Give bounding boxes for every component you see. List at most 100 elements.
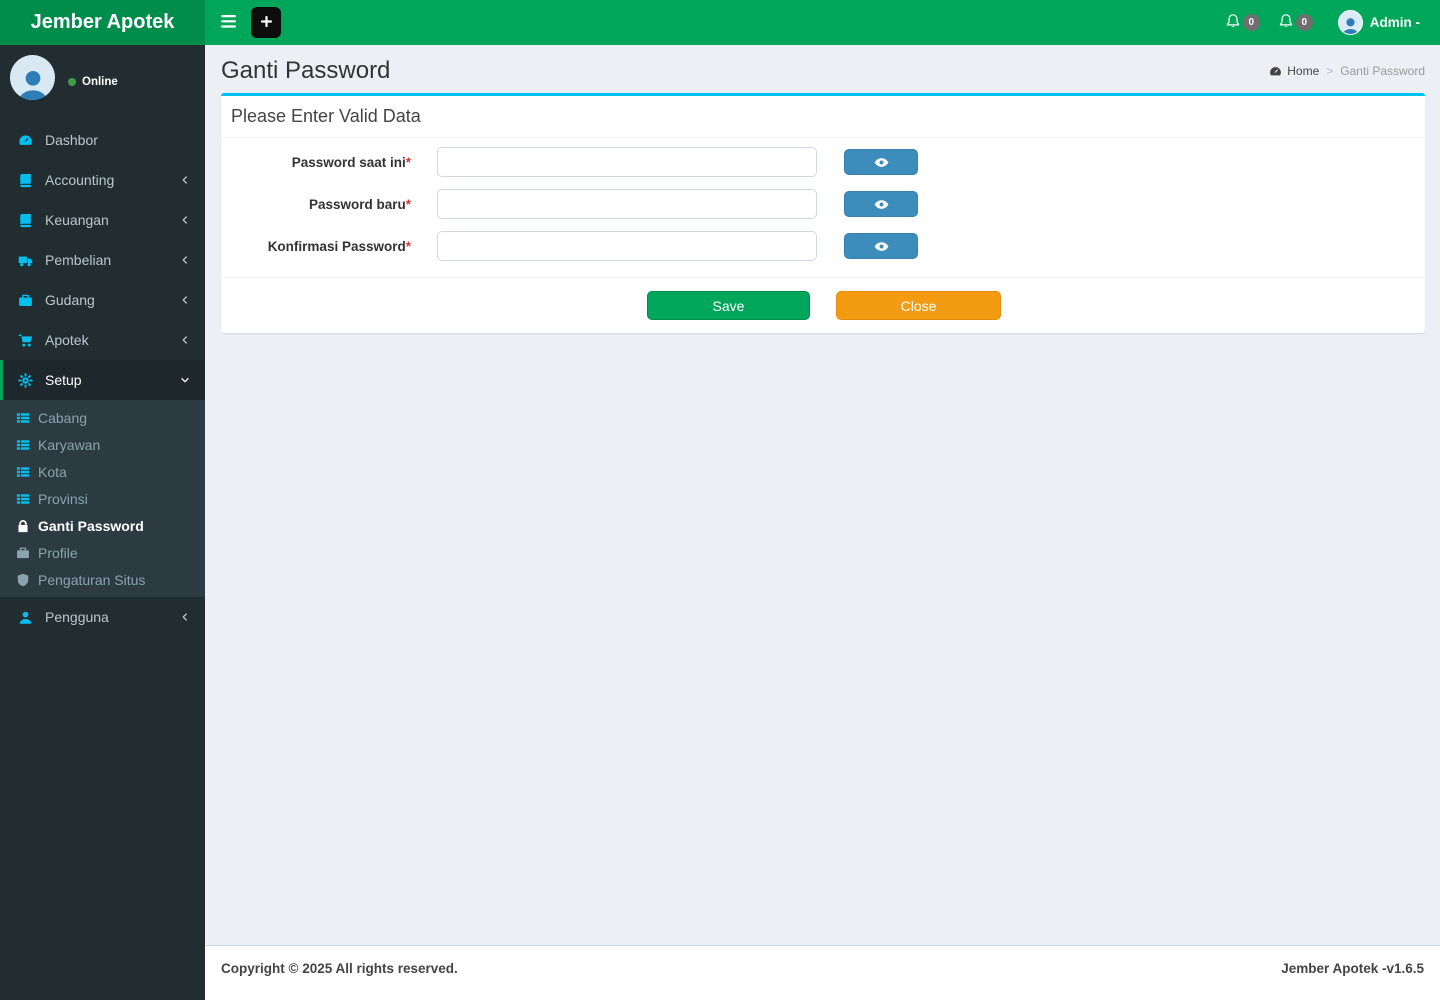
sidebar-item-pengguna[interactable]: Pengguna xyxy=(0,597,205,637)
chevron-left-icon xyxy=(180,215,190,225)
notifications-bell-2[interactable]: 0 xyxy=(1269,0,1322,45)
breadcrumb-current: Ganti Password xyxy=(1340,64,1425,78)
label-text: Password baru xyxy=(308,196,406,212)
sidebar-item-label: Pengguna xyxy=(45,609,109,625)
sidebar-item-accounting[interactable]: Accounting xyxy=(0,160,205,200)
chevron-left-icon xyxy=(180,175,190,185)
brand-logo[interactable]: Jember Apotek xyxy=(0,0,205,45)
confirm-password-input[interactable] xyxy=(437,231,817,261)
save-button[interactable]: Save xyxy=(647,291,810,320)
chevron-left-icon xyxy=(180,335,190,345)
sidebar-user-panel: Online xyxy=(0,45,205,110)
breadcrumb: Home > Ganti Password xyxy=(1269,64,1425,78)
shield-icon xyxy=(16,573,38,587)
main-header: Jember Apotek 0 0 Admin - xyxy=(0,0,1440,45)
submenu-item-label: Karyawan xyxy=(38,436,101,453)
sidebar-item-apotek[interactable]: Apotek xyxy=(0,320,205,360)
close-button[interactable]: Close xyxy=(836,291,1001,320)
current-password-input[interactable] xyxy=(437,147,817,177)
submenu-item-pengaturan-situs[interactable]: Pengaturan Situs xyxy=(0,566,205,593)
list-icon xyxy=(16,492,38,506)
sidebar-item-label: Pembelian xyxy=(45,252,112,268)
confirm-password-label: Konfirmasi Password* xyxy=(231,239,411,254)
footer-version: Jember Apotek -v1.6.5 xyxy=(1281,961,1424,976)
list-icon xyxy=(16,438,38,452)
sidebar-item-label: Accounting xyxy=(45,172,115,188)
book-icon xyxy=(18,173,39,188)
sidebar-item-label: Setup xyxy=(45,372,82,388)
submenu-item-label: Ganti Password xyxy=(38,517,144,534)
chevron-left-icon xyxy=(180,612,190,622)
sidebar-toggle-button[interactable] xyxy=(211,0,245,45)
sidebar-item-pembelian[interactable]: Pembelian xyxy=(0,240,205,280)
toggle-new-password-button[interactable] xyxy=(844,191,918,217)
gauge-icon xyxy=(18,133,39,148)
box-header: Please Enter Valid Data xyxy=(221,96,1425,138)
briefcase-icon xyxy=(18,293,39,308)
label-text: Konfirmasi Password xyxy=(267,238,406,254)
toggle-confirm-password-button[interactable] xyxy=(844,233,918,259)
bell-icon xyxy=(1278,13,1294,32)
submenu-item-kota[interactable]: Kota xyxy=(0,458,205,485)
submenu-item-cabang[interactable]: Cabang xyxy=(0,404,205,431)
list-icon xyxy=(16,465,38,479)
setup-submenu-container: Cabang Karyawan Kota Provinsi Ganti Pass… xyxy=(0,400,205,597)
submenu-item-label: Pengaturan Situs xyxy=(38,571,146,588)
cart-icon xyxy=(18,333,39,348)
sidebar-item-setup[interactable]: Setup xyxy=(0,360,205,400)
sidebar-item-label: Gudang xyxy=(45,292,95,308)
app-window: Jember Apotek 0 0 Admin - Online Dashbor… xyxy=(0,0,1440,1000)
new-password-label: Password baru* xyxy=(231,197,411,212)
sidebar-item-dashbor[interactable]: Dashbor xyxy=(0,120,205,160)
hamburger-icon xyxy=(221,15,236,31)
sidebar-menu: Dashbor Accounting Keuangan Pembelian Gu… xyxy=(0,120,205,637)
gear-icon xyxy=(18,373,39,388)
eye-icon xyxy=(874,239,889,254)
suitcase-icon xyxy=(16,546,38,560)
plus-icon xyxy=(261,15,272,30)
chevron-left-icon xyxy=(180,295,190,305)
lock-icon xyxy=(16,519,38,533)
top-navbar: 0 0 Admin - xyxy=(205,0,1440,45)
sidebar-item-label: Keuangan xyxy=(45,212,109,228)
footer-copyright: Copyright © 2025 All rights reserved. xyxy=(221,961,458,976)
user-name: Admin - xyxy=(1369,15,1420,30)
list-icon xyxy=(16,411,38,425)
sidebar: Online Dashbor Accounting Keuangan Pembe… xyxy=(0,45,205,1000)
toggle-current-password-button[interactable] xyxy=(844,149,918,175)
user-avatar xyxy=(10,55,55,100)
change-password-box: Please Enter Valid Data Password saat in… xyxy=(221,93,1425,333)
breadcrumb-separator: > xyxy=(1326,64,1334,78)
label-text: Password saat ini xyxy=(291,154,406,170)
submenu-item-provinsi[interactable]: Provinsi xyxy=(0,485,205,512)
eye-icon xyxy=(874,197,889,212)
notification-count-badge: 0 xyxy=(1242,14,1260,31)
user-menu[interactable]: Admin - xyxy=(1322,0,1432,45)
submenu-item-profile[interactable]: Profile xyxy=(0,539,205,566)
submenu-item-label: Provinsi xyxy=(38,490,88,507)
sidebar-item-keuangan[interactable]: Keuangan xyxy=(0,200,205,240)
sidebar-item-label: Dashbor xyxy=(45,132,98,148)
notifications-bell-1[interactable]: 0 xyxy=(1216,0,1269,45)
sidebar-item-label: Apotek xyxy=(45,332,89,348)
notification-count-badge: 0 xyxy=(1295,14,1313,31)
add-button[interactable] xyxy=(251,7,281,38)
user-avatar xyxy=(1337,10,1363,35)
submenu-item-label: Cabang xyxy=(38,409,88,426)
box-body: Password saat ini* Password baru* Konfir… xyxy=(221,138,1425,277)
submenu-item-ganti-password[interactable]: Ganti Password xyxy=(0,512,205,539)
required-mark: * xyxy=(405,154,411,170)
submenu-item-karyawan[interactable]: Karyawan xyxy=(0,431,205,458)
eye-icon xyxy=(874,155,889,170)
content-wrapper: Ganti Password Home > Ganti Password Ple… xyxy=(205,45,1440,945)
breadcrumb-home-label: Home xyxy=(1287,64,1320,78)
sidebar-item-gudang[interactable]: Gudang xyxy=(0,280,205,320)
form-row-current-password: Password saat ini* xyxy=(231,147,1415,177)
submenu-item-label: Kota xyxy=(38,463,67,480)
current-password-label: Password saat ini* xyxy=(231,155,411,170)
chevron-left-icon xyxy=(180,255,190,265)
required-mark: * xyxy=(405,196,411,212)
required-mark: * xyxy=(405,238,411,254)
new-password-input[interactable] xyxy=(437,189,817,219)
breadcrumb-home-link[interactable]: Home xyxy=(1269,64,1319,78)
